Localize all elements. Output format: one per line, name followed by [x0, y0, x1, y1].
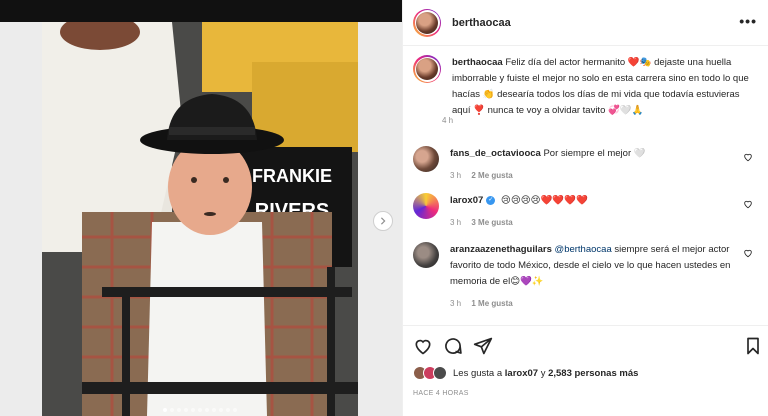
likes-summary: Les gusta a larox07 y 2,583 personas más [413, 366, 638, 380]
comment-text: Por siempre el mejor 🤍 [543, 148, 646, 159]
caption-username[interactable]: berthaocaa [452, 57, 503, 68]
liker-avatars[interactable] [413, 366, 447, 380]
carousel-dot [233, 408, 237, 412]
avatar [433, 366, 447, 380]
carousel-indicator [42, 408, 358, 412]
bookmark-icon[interactable] [743, 336, 763, 356]
comment-text: 😢😢😢😢❤️❤️❤️❤️ [500, 195, 588, 206]
likes-others[interactable]: 2,583 personas más [548, 368, 638, 379]
send-icon[interactable] [473, 336, 493, 356]
post-author-username[interactable]: berthaocaa [452, 17, 511, 29]
comment-likes[interactable]: 3 Me gusta [471, 218, 512, 227]
post-caption: berthaocaa Feliz día del actor hermanito… [413, 55, 759, 119]
heart-icon[interactable] [743, 152, 753, 162]
likes-prefix: Les gusta a [453, 367, 503, 379]
comment-time: 3 h [450, 218, 462, 227]
carousel-dot [163, 408, 167, 412]
heart-icon[interactable] [743, 248, 753, 258]
comment-time: 3 h [450, 299, 462, 308]
post-details-panel: berthaocaa ••• berthaocaa Feliz día del … [402, 0, 768, 416]
post-action-bar [403, 325, 768, 363]
heart-icon[interactable] [413, 336, 433, 356]
comment-item: aranzaazenethaguilars @berthaocaa siempr… [413, 242, 759, 312]
carousel-dot [198, 408, 202, 412]
photo-illustration: FRANKIE RIVERS [42, 22, 358, 416]
comment-username[interactable]: aranzaazenethaguilars [450, 244, 552, 255]
likes-joiner: y [540, 367, 546, 379]
comment-icon[interactable] [443, 336, 463, 356]
top-bar [0, 0, 402, 22]
caption-avatar[interactable] [413, 55, 441, 83]
comment-username[interactable]: fans_de_octaviooca [450, 148, 541, 159]
caption-timestamp: 4 h [442, 116, 454, 125]
carousel-dot [219, 408, 223, 412]
comment-item: larox07 ✓ 😢😢😢😢❤️❤️❤️❤️ 3 h 3 Me gusta [413, 193, 759, 231]
carousel-dot [205, 408, 209, 412]
carousel-next-button[interactable] [373, 211, 393, 231]
post-photo[interactable]: FRANKIE RIVERS [42, 22, 358, 416]
comment-likes[interactable]: 1 Me gusta [471, 299, 512, 308]
carousel-dot [177, 408, 181, 412]
post-header: berthaocaa ••• [403, 0, 768, 46]
comment-time: 3 h [450, 171, 462, 180]
chair-sign-text: FRANKIE [252, 166, 332, 186]
carousel-dot [191, 408, 195, 412]
avatar[interactable] [413, 193, 439, 219]
carousel-dot [170, 408, 174, 412]
avatar[interactable] [413, 8, 441, 37]
verified-badge-icon: ✓ [486, 195, 496, 205]
avatar[interactable] [413, 242, 439, 268]
carousel-dot [212, 408, 216, 412]
comment-username[interactable]: larox07 [450, 195, 483, 206]
instagram-post-screen: FRANKIE RIVERS berthaocaa ••• berthaocaa… [0, 0, 768, 416]
comment-likes[interactable]: 2 Me gusta [471, 171, 512, 180]
comment-item: fans_de_octaviooca Por siempre el mejor … [413, 146, 759, 184]
avatar[interactable] [413, 146, 439, 172]
carousel-dot [226, 408, 230, 412]
carousel-dot [184, 408, 188, 412]
more-options-icon[interactable]: ••• [739, 14, 757, 28]
chevron-right-icon [380, 217, 386, 225]
comment-mention[interactable]: @berthaocaa [555, 244, 612, 255]
heart-icon[interactable] [743, 199, 753, 209]
likes-user[interactable]: larox07 [505, 368, 538, 379]
post-timestamp[interactable]: HACE 4 HORAS [413, 390, 469, 397]
